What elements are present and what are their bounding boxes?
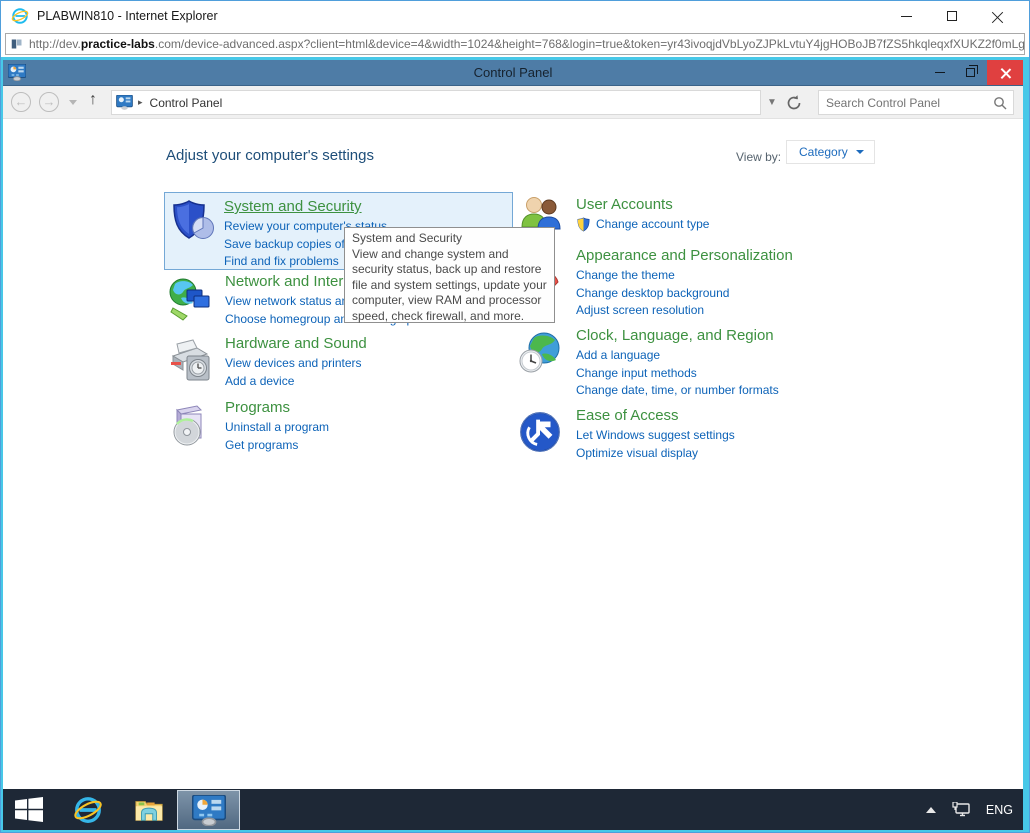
taskbar-control-panel-button[interactable] [177,790,240,830]
ie-window-title: PLABWIN810 - Internet Explorer [37,9,218,23]
cp-restore-button[interactable] [955,60,985,85]
show-hidden-icons-button[interactable] [926,807,936,813]
taskbar-file-explorer-icon[interactable] [134,795,164,825]
ie-titlebar: PLABWIN810 - Internet Explorer [1,1,1029,31]
search-input[interactable] [826,94,986,111]
taskbar: ENG [3,789,1023,830]
ease-of-access-icon [518,410,562,454]
tooltip-body: View and change system and security stat… [352,247,548,325]
category-clock-language[interactable]: Clock, Language, and Region Add a langua… [518,326,938,400]
system-security-title-link[interactable]: System and Security [224,197,362,217]
link-uninstall-program[interactable]: Uninstall a program [225,419,567,437]
user-accounts-title-link[interactable]: User Accounts [576,195,673,215]
network-internet-icon [167,276,213,322]
tooltip-title: System and Security [352,231,548,247]
category-hardware-sound[interactable]: Hardware and Sound View devices and prin… [167,334,567,390]
link-screen-resolution[interactable]: Adjust screen resolution [576,302,938,320]
cp-close-button[interactable] [987,60,1023,85]
refresh-button[interactable] [785,94,803,112]
cp-navbar: ← → ↑ ▸ Control Panel ▼ [3,86,1023,119]
programs-title-link[interactable]: Programs [225,398,290,418]
search-icon[interactable] [993,96,1007,110]
taskbar-ie-icon[interactable] [73,795,103,825]
link-change-theme[interactable]: Change the theme [576,267,938,285]
view-by-dropdown[interactable]: Category [786,140,875,164]
system-security-icon [170,198,216,244]
control-panel-small-icon [116,95,133,110]
ie-window: PLABWIN810 - Internet Explorer http://de… [0,0,1030,833]
url-text: http://dev.practice-labs.com/device-adva… [29,37,1025,51]
tooltip-system-security: System and Security View and change syst… [344,227,555,323]
category-user-accounts[interactable]: User Accounts Change account type [518,195,938,234]
category-ease-access[interactable]: Ease of Access Let Windows suggest setti… [518,406,938,462]
recent-pages-dropdown[interactable] [69,100,77,105]
ie-minimize-button[interactable] [883,1,929,31]
address-dropdown-button[interactable]: ▼ [761,90,783,115]
remote-desktop: Control Panel ← → ↑ [3,60,1023,830]
breadcrumb[interactable]: Control Panel [150,96,223,110]
start-button[interactable] [15,797,43,822]
chevron-down-icon [856,150,864,154]
link-suggest-settings[interactable]: Let Windows suggest settings [576,427,938,445]
taskbar-control-panel-icon [192,795,226,826]
up-button[interactable]: ↑ [89,91,97,109]
ie-address-bar: http://dev.practice-labs.com/device-adva… [1,31,1029,57]
language-indicator[interactable]: ENG [986,803,1013,817]
link-input-methods[interactable]: Change input methods [576,365,938,383]
clock-language-title-link[interactable]: Clock, Language, and Region [576,326,774,346]
page-icon [11,38,23,50]
category-programs[interactable]: Programs Uninstall a program Get program… [167,398,567,454]
internet-explorer-icon [11,7,29,25]
uac-shield-icon [576,217,591,232]
hardware-sound-title-link[interactable]: Hardware and Sound [225,334,367,354]
url-input[interactable]: http://dev.practice-labs.com/device-adva… [5,33,1025,55]
cp-content: Adjust your computer's settings View by:… [3,119,1023,789]
ease-access-title-link[interactable]: Ease of Access [576,406,679,426]
link-get-programs[interactable]: Get programs [225,437,567,455]
control-panel-titlebar: Control Panel [3,60,1023,86]
category-appearance[interactable]: Appearance and Personalization Change th… [518,246,938,320]
link-date-time-formats[interactable]: Change date, time, or number formats [576,382,938,400]
lab-viewport-frame: Control Panel ← → ↑ [1,57,1029,832]
link-devices-printers[interactable]: View devices and printers [225,355,567,373]
ie-maximize-button[interactable] [929,1,975,31]
appearance-title-link[interactable]: Appearance and Personalization [576,246,793,266]
search-box [818,90,1014,115]
clock-language-icon [518,330,564,376]
hardware-sound-icon [167,338,213,384]
cp-minimize-button[interactable] [925,60,955,85]
breadcrumb-arrow: ▸ [138,97,143,108]
view-by-label: View by: [736,146,781,168]
ie-close-button[interactable] [975,1,1021,31]
window-title: Control Panel [3,65,1023,80]
forward-button[interactable]: → [39,92,59,112]
link-optimize-display[interactable]: Optimize visual display [576,445,938,463]
page-title: Adjust your computer's settings [166,147,374,164]
link-add-language[interactable]: Add a language [576,347,938,365]
link-desktop-background[interactable]: Change desktop background [576,285,938,303]
back-button[interactable]: ← [11,92,31,112]
link-add-device[interactable]: Add a device [225,373,567,391]
address-breadcrumb[interactable]: ▸ Control Panel [111,90,761,115]
programs-icon [167,402,213,448]
link-change-account-type[interactable]: Change account type [596,216,709,234]
network-tray-icon[interactable] [952,802,970,818]
